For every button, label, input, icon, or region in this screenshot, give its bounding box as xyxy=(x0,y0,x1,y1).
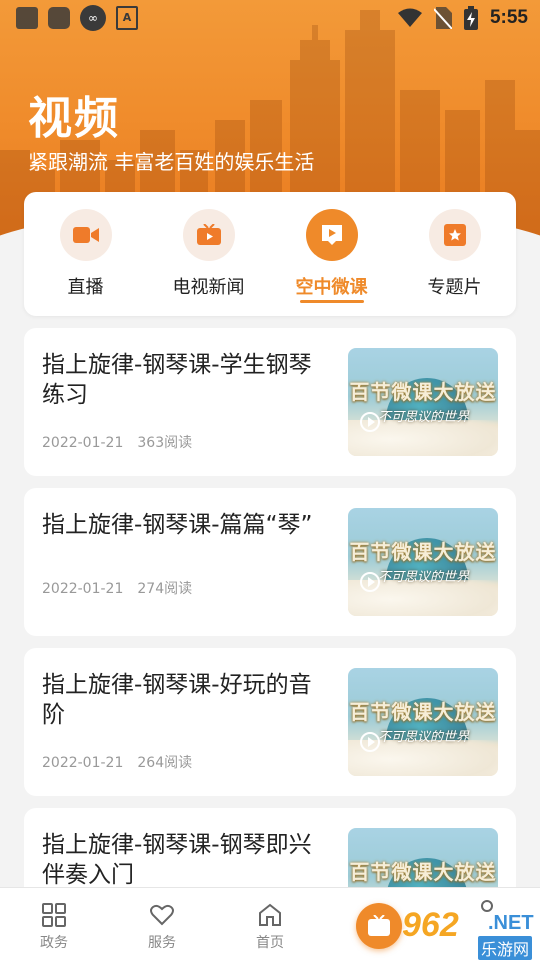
grid-icon xyxy=(42,903,66,927)
thumbnail-headline: 百节微课大放送 xyxy=(349,860,497,884)
article-date: 2022-01-21 xyxy=(42,435,124,451)
article-reads: 363阅读 xyxy=(137,435,193,451)
article-title: 指上旋律-钢琴课-钢琴即兴伴奏入门 xyxy=(42,832,312,888)
tab-label: 电视新闻 xyxy=(172,277,245,298)
article-date: 2022-01-21 xyxy=(42,755,124,771)
article-reads: 274阅读 xyxy=(137,581,193,597)
list-item[interactable]: 指上旋律-钢琴课-好玩的音阶 2022-01-21 264阅读 百节微课大放送 不… xyxy=(24,648,516,796)
article-meta: 2022-01-21 363阅读 xyxy=(42,432,192,452)
a-app-icon: A xyxy=(116,6,138,30)
watermark-brand: 962 xyxy=(402,906,459,944)
thumbnail-headline: 百节微课大放送 xyxy=(349,380,497,404)
article-reads: 264阅读 xyxy=(137,755,193,771)
nav-item-government[interactable]: 政务 xyxy=(19,902,89,952)
thumbnail-headline: 百节微课大放送 xyxy=(349,540,497,564)
article-title: 指上旋律-钢琴课-学生钢琴练习 xyxy=(42,352,312,408)
nav-item-video-center[interactable] xyxy=(356,903,402,949)
article-thumbnail[interactable]: 百节微课大放送 不可思议的世界 xyxy=(348,348,498,456)
wifi-icon xyxy=(397,8,422,27)
watermark-name: 乐游网 xyxy=(478,936,533,960)
article-title: 指上旋律-钢琴课-好玩的音阶 xyxy=(42,672,312,728)
notification-icon xyxy=(16,7,38,29)
nav-item-service[interactable]: 服务 xyxy=(127,902,197,952)
tab-tv-news[interactable]: 电视新闻 xyxy=(154,192,264,299)
thumbnail-caption: 不可思议的世界 xyxy=(378,410,470,425)
play-card-icon xyxy=(321,225,342,245)
nav-item-home[interactable]: 首页 xyxy=(235,902,305,952)
nav-label: 政务 xyxy=(40,935,68,951)
tab-micro-class[interactable]: 空中微课 xyxy=(277,192,387,303)
video-camera-icon xyxy=(72,227,99,243)
play-icon xyxy=(360,412,380,432)
star-box-icon xyxy=(443,224,466,246)
article-title: 指上旋律-钢琴课-篇篇“琴” xyxy=(42,512,313,538)
article-date: 2022-01-21 xyxy=(42,581,124,597)
infinity-app-icon: ∞ xyxy=(80,5,106,31)
list-item[interactable]: 指上旋律-钢琴课-篇篇“琴” 2022-01-21 274阅读 百节微课大放送 不… xyxy=(24,488,516,636)
clock: 5:55 xyxy=(489,7,528,28)
article-thumbnail[interactable]: 百节微课大放送 不可思议的世界 xyxy=(348,508,498,616)
tab-live[interactable]: 直播 xyxy=(31,192,141,299)
active-tab-indicator xyxy=(299,300,364,303)
article-thumbnail[interactable]: 百节微课大放送 不可思议的世界 xyxy=(348,668,498,776)
app-notification-icon xyxy=(48,7,70,29)
thumbnail-caption: 不可思议的世界 xyxy=(378,570,470,585)
status-bar: ∞ A 5:55 xyxy=(0,0,540,36)
heart-icon xyxy=(150,904,174,926)
watermark-logo: 962 .NET 乐游网 xyxy=(402,904,540,960)
home-icon xyxy=(259,903,281,926)
no-sim-icon xyxy=(433,7,452,29)
tab-special[interactable]: 专题片 xyxy=(400,192,510,299)
tab-label: 直播 xyxy=(67,277,104,298)
tv-icon xyxy=(196,224,221,245)
page-subtitle: 紧跟潮流 丰富老百姓的娱乐生活 xyxy=(28,150,315,174)
battery-charging-icon xyxy=(463,6,478,30)
list-item[interactable]: 指上旋律-钢琴课-学生钢琴练习 2022-01-21 363阅读 百节微课大放送 … xyxy=(24,328,516,476)
watermark-suffix: .NET xyxy=(488,912,534,934)
article-meta: 2022-01-21 264阅读 xyxy=(42,752,192,772)
article-meta: 2022-01-21 274阅读 xyxy=(42,578,192,598)
tab-label: 空中微课 xyxy=(295,277,368,298)
nav-label: 服务 xyxy=(148,935,176,951)
play-icon xyxy=(360,572,380,592)
thumbnail-headline: 百节微课大放送 xyxy=(349,700,497,724)
category-tabs: 直播 电视新闻 空中微课 专题片 xyxy=(24,192,516,316)
page-title: 视频 xyxy=(28,93,120,144)
play-icon xyxy=(360,732,380,752)
nav-label: 首页 xyxy=(256,935,284,951)
tv-center-icon xyxy=(368,915,390,936)
thumbnail-caption: 不可思议的世界 xyxy=(378,730,470,745)
tab-label: 专题片 xyxy=(427,277,482,298)
